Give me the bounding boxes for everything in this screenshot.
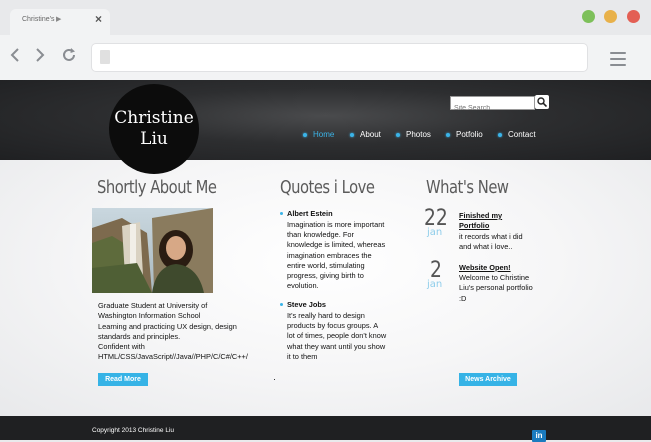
decorative-dot (274, 379, 275, 380)
news-text: it records what i did and what i love.. (459, 232, 523, 252)
nav-bullet-icon (303, 132, 307, 137)
back-arrow-icon[interactable] (10, 47, 20, 65)
page-icon (100, 50, 110, 64)
nav-bullet-icon (350, 132, 354, 137)
quote-text: It's really hard to design products by f… (287, 311, 387, 361)
forward-arrow-icon[interactable] (35, 47, 45, 65)
logo-first-name: Christine (114, 108, 194, 128)
nav-label: About (360, 130, 381, 139)
news-month: jan (427, 227, 443, 238)
profile-photo (92, 208, 213, 293)
logo-last-name: Liu (140, 129, 168, 149)
nav-label: Photos (406, 130, 431, 139)
browser-tab[interactable]: Christine's ▶ × (10, 9, 110, 35)
about-line: Confident with (98, 342, 145, 352)
about-line: HTML/CSS/JavaScript//Java//PHP/C/C#/C++/ (98, 352, 248, 362)
search-box (450, 96, 535, 114)
news-title-link[interactable]: Website Open! (459, 263, 534, 273)
read-more-button[interactable]: Read More (98, 373, 148, 386)
quotes-heading: Quotes i Love (280, 177, 375, 198)
main-content: Shortly About Me Graduate Student at Uni… (0, 160, 651, 416)
quote-author: Albert Estein (287, 209, 333, 218)
browser-chrome: Christine's ▶ × (0, 0, 651, 80)
nav-item-home[interactable]: Home (303, 130, 334, 139)
nav-bullet-icon (446, 132, 450, 137)
about-text: Graduate Student at University of Washin… (98, 301, 253, 363)
nav-label: Home (313, 130, 335, 139)
copyright-text: Copyright 2013 Christine Liu (92, 427, 175, 434)
reload-icon[interactable] (62, 48, 76, 67)
news-heading: What's New (426, 177, 509, 198)
nav-item-contact[interactable]: Contact (498, 130, 536, 139)
tab-close-icon[interactable]: × (95, 13, 102, 25)
window-minimize-button[interactable] (604, 10, 617, 23)
search-icon (537, 97, 547, 107)
quote-text: Imagination is more important than knowl… (287, 220, 386, 291)
nav-label: Potfolio (456, 130, 483, 139)
search-input[interactable] (451, 103, 535, 114)
news-text: Welcome to Christine Liu's personal port… (459, 273, 533, 303)
nav-bullet-icon (396, 132, 400, 137)
browser-toolbar (0, 35, 651, 80)
about-line: standards and principles. (98, 331, 181, 341)
nav-bullet-icon (498, 132, 502, 137)
window-close-button[interactable] (627, 10, 640, 23)
site-logo[interactable]: Christine Liu (109, 84, 199, 174)
news-month: jan (427, 279, 443, 290)
nav-label: Contact (508, 130, 536, 139)
news-archive-button[interactable]: News Archive (459, 373, 517, 386)
nav-item-about[interactable]: About (350, 130, 381, 139)
site-header: Christine Liu Home About Photos Potfolio (0, 80, 651, 174)
about-heading: Shortly About Me (97, 177, 217, 198)
nav-item-portfolio[interactable]: Potfolio (446, 130, 483, 139)
about-line: Learning and practicing UX design, desig… (98, 321, 237, 331)
site-footer: Copyright 2013 Christine Liu in (0, 416, 651, 442)
hamburger-menu-icon[interactable] (610, 52, 626, 70)
linkedin-icon[interactable]: in (532, 430, 546, 442)
address-bar[interactable] (92, 44, 587, 71)
nav-item-photos[interactable]: Photos (396, 130, 431, 139)
tab-title: Christine's (22, 16, 55, 23)
quote-author: Steve Jobs (287, 300, 327, 309)
window-maximize-button[interactable] (582, 10, 595, 23)
news-title-link[interactable]: Finished my Portfolio (459, 211, 534, 232)
about-line: Graduate Student at University of (98, 301, 208, 310)
bullet-icon (280, 212, 283, 215)
about-line: Washington Information School (98, 311, 201, 321)
tab-audio-icon: ▶ (56, 16, 62, 23)
search-button[interactable] (535, 95, 549, 109)
bullet-icon (280, 303, 283, 306)
